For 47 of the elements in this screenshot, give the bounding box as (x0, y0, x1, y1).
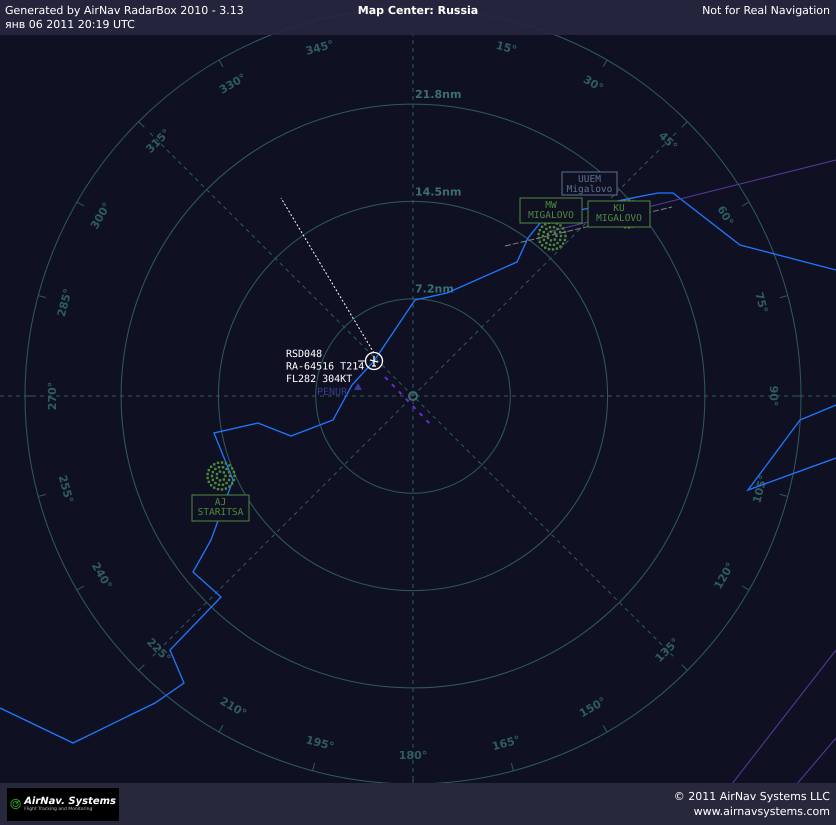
station-label: Migalovo (566, 184, 612, 195)
bearing-label: 45° (656, 129, 680, 154)
bearing-label: 30° (580, 72, 606, 95)
bearing-label: 285° (54, 287, 75, 318)
bearing-label: 210° (218, 694, 249, 720)
station-label-box (192, 494, 250, 522)
aircraft-icon[interactable] (364, 352, 384, 370)
station-label: STARITSA (198, 507, 244, 518)
aircraft-label: FL282 304KT (286, 374, 352, 385)
station-label-box (520, 198, 582, 224)
range-label: 21.8nm (415, 88, 462, 102)
notice-text: Not for Real Navigation (702, 4, 830, 17)
bearing-label: 90° (766, 386, 780, 406)
station-label: MIGALOVO (596, 213, 642, 224)
waypoint-icon (354, 383, 362, 390)
track-dashes (384, 376, 432, 426)
station-label-box (588, 200, 650, 228)
bearing-label: 75° (752, 290, 770, 314)
bearing-label: 165° (490, 733, 522, 754)
aircraft-label: RA-64516 T214 (286, 362, 364, 372)
bearing-label: 255° (56, 474, 76, 504)
bearing-label: 195° (304, 733, 336, 754)
range-label: 14.5nm (415, 185, 462, 198)
range-label: 7.2nm (415, 282, 454, 296)
station-label: AJ (214, 497, 226, 508)
bearing-label: 345° (304, 38, 336, 58)
station-label: MIGALOVO (528, 210, 574, 221)
bearing-label: 15° (494, 38, 518, 57)
bearing-label: 180° (398, 749, 428, 762)
timestamp-text: янв 06 2011 20:19 UTC (5, 18, 136, 31)
navaid-symbol-icon (206, 461, 236, 491)
station-label: UUEM (578, 174, 601, 185)
website-text: www.airnavsystems.com (694, 805, 830, 818)
generator-text: Generated by AirNav RadarBox 2010 - 3.13 (5, 4, 244, 17)
station-label-box (562, 172, 618, 196)
aircraft-label: RSD048 (286, 349, 322, 360)
waypoint-label: PENUR (317, 387, 348, 398)
logo-text: AirNav. Systems (24, 796, 116, 807)
copyright-text: © 2011 AirNav Systems LLC (674, 790, 830, 803)
station-label: MW (545, 200, 557, 211)
station-label: KU (613, 203, 625, 214)
bearing-label: 60° (714, 204, 736, 228)
leader-line (358, 360, 366, 362)
center-marker-icon (408, 391, 418, 401)
bearing-label: 270° (46, 382, 60, 410)
map-title: Map Center: Russia (358, 4, 478, 17)
bearing-label: 105° (750, 474, 770, 504)
